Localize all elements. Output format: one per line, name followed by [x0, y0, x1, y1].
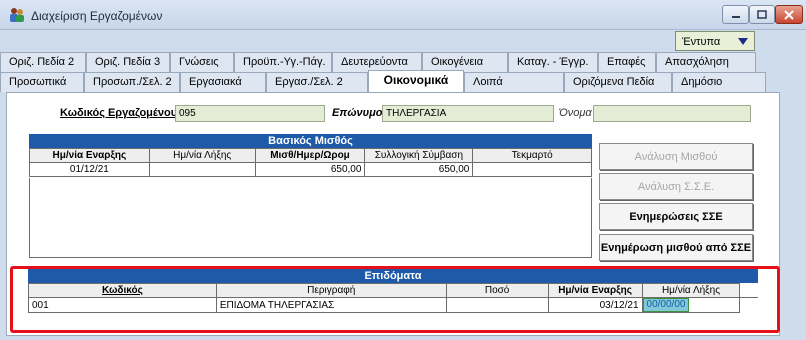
tab-prerequisites[interactable]: Προϋπ.-Υγ.-Πάγ.	[234, 52, 332, 72]
title-bar: Διαχείριση Εργαζομένων	[0, 0, 806, 30]
table-cell[interactable]: 01/12/21	[29, 162, 150, 177]
tab-personal[interactable]: Προσωπικά	[0, 72, 84, 92]
tab-work[interactable]: Εργασιακά	[180, 72, 266, 92]
employee-code-label[interactable]: Κωδικός Εργαζομένου	[60, 107, 177, 119]
chevron-down-icon	[738, 38, 748, 45]
print-forms-label: Έντυπα	[682, 36, 721, 48]
salary-analysis-button[interactable]: Ανάλυση Μισθού	[599, 143, 753, 170]
table-row[interactable]: 01/12/21 650,00 650,00	[29, 162, 592, 177]
tab-contacts[interactable]: Επαφές	[598, 52, 656, 72]
close-button[interactable]	[775, 5, 803, 24]
basic-salary-table: Ημ/νία Εναρξης Ημ/νία Λήξης Μισθ/Ημερ/Ωρ…	[29, 148, 592, 177]
tab-family[interactable]: Οικογένεια	[422, 52, 508, 72]
column-header[interactable]: Τεκμαρτό	[472, 148, 592, 163]
column-header[interactable]: Συλλογική Σύμβαση	[364, 148, 474, 163]
tab-work-page-2[interactable]: Εργασ./Σελ. 2	[266, 72, 368, 92]
column-header[interactable]: Ημ/νία Λήξης	[148, 148, 256, 163]
tabs-row-2: Προσωπικά Προσωπ./Σελ. 2 Εργασιακά Εργασ…	[0, 70, 766, 92]
column-header[interactable]: Μισθ/Ημερ/Ωρομ	[254, 148, 366, 163]
minimize-icon	[731, 16, 740, 18]
minimize-button[interactable]	[722, 5, 749, 24]
highlight-box	[10, 266, 780, 333]
basic-salary-empty-area[interactable]	[29, 178, 592, 258]
table-cell[interactable]	[148, 162, 256, 177]
sse-updates-button[interactable]: Ενημερώσεις ΣΣΕ	[599, 203, 753, 230]
print-forms-dropdown[interactable]: Έντυπα	[675, 31, 755, 51]
tab-public-sector[interactable]: Δημόσιο	[672, 72, 766, 92]
tab-documents[interactable]: Καταγ. - Έγγρ.	[508, 52, 598, 72]
close-icon	[784, 10, 794, 20]
employee-code-field[interactable]: 095	[175, 105, 325, 122]
first-name-field[interactable]	[593, 105, 751, 122]
tab-skills[interactable]: Γνώσεις	[170, 52, 234, 72]
sse-analysis-button[interactable]: Ανάλυση Σ.Σ.Ε.	[599, 173, 753, 200]
table-cell[interactable]: 650,00	[254, 162, 366, 177]
surname-field[interactable]: ΤΗΛΕΡΓΑΣΙΑ	[382, 105, 554, 122]
update-salary-from-sse-button[interactable]: Ενημέρωση μισθού από ΣΣΕ	[599, 234, 753, 261]
table-cell[interactable]	[472, 162, 592, 177]
basic-salary-title: Βασικός Μισθός	[29, 134, 592, 148]
table-header-row: Ημ/νία Εναρξης Ημ/νία Λήξης Μισθ/Ημερ/Ωρ…	[29, 148, 592, 163]
first-name-label: Όνομα	[559, 107, 592, 119]
tab-other[interactable]: Λοιπά	[464, 72, 564, 92]
tab-secondary[interactable]: Δευτερεύοντα	[332, 52, 422, 72]
window-title: Διαχείριση Εργαζομένων	[31, 9, 163, 23]
tab-horizontal-fields-3[interactable]: Οριζ. Πεδία 3	[86, 52, 170, 72]
employees-app-icon	[10, 8, 24, 22]
tab-horizontal-fields-2[interactable]: Οριζ. Πεδία 2	[0, 52, 86, 72]
maximize-icon	[757, 10, 767, 19]
surname-label: Επώνυμο	[332, 107, 383, 119]
column-header[interactable]: Ημ/νία Εναρξης	[29, 148, 150, 163]
tab-defined-fields[interactable]: Οριζόμενα Πεδία	[564, 72, 672, 92]
table-cell[interactable]: 650,00	[364, 162, 474, 177]
tab-employment[interactable]: Απασχόληση	[656, 52, 756, 72]
scroll-edge	[790, 92, 806, 340]
tab-financial[interactable]: Οικονομικά	[368, 70, 464, 92]
tab-personal-page-2[interactable]: Προσωπ./Σελ. 2	[84, 72, 180, 92]
tabs-row-1: Οριζ. Πεδία 2 Οριζ. Πεδία 3 Γνώσεις Προϋ…	[0, 52, 756, 72]
maximize-button[interactable]	[749, 5, 775, 24]
